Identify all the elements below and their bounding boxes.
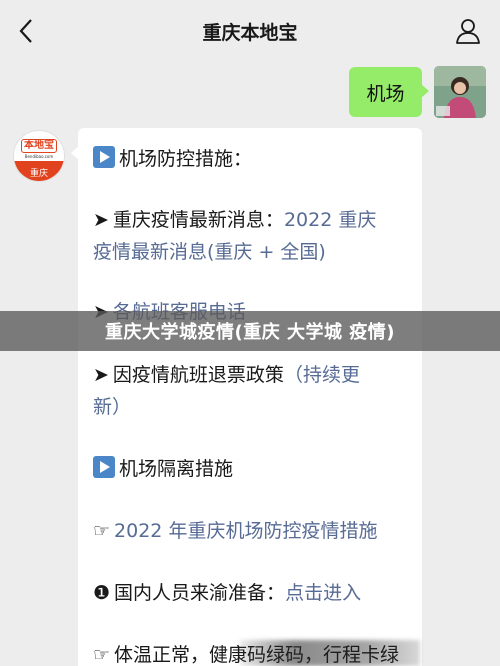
list-item: ❶ 国内人员来渝准备：点击进入: [93, 577, 413, 609]
back-button[interactable]: [14, 17, 38, 45]
refund-policy-link-cont[interactable]: 新）: [93, 396, 131, 418]
user-message-bubble[interactable]: 机场: [349, 67, 429, 117]
user-message-text: 机场: [366, 82, 405, 105]
bot-avatar[interactable]: 本地宝 Bendibao.com 重庆: [13, 130, 65, 182]
list-item: ➤ 重庆疫情最新消息：2022 重庆: [93, 204, 413, 236]
list-item-continuation: 新）: [93, 391, 413, 423]
chevron-left-icon: [19, 19, 32, 43]
number-one-icon: ❶: [93, 582, 111, 604]
pointing-hand-icon: ☞: [93, 520, 111, 542]
section-title: 机场隔离措施: [119, 458, 234, 480]
airport-measures-link[interactable]: 2022 年重庆机场防控疫情措施: [114, 520, 377, 542]
list-item-continuation: 疫情最新消息(重庆 + 全国): [93, 236, 413, 268]
user-avatar-image: [434, 66, 486, 118]
list-item: ☞ 2022 年重庆机场防控疫情措施: [93, 515, 413, 547]
caption-overlay: 重庆大学城疫情(重庆 大学城 疫情): [0, 311, 500, 351]
refund-policy-link[interactable]: （持续更: [284, 364, 360, 386]
section-airport-control: 机场防控措施：: [93, 143, 413, 175]
blurred-text-mask: [240, 640, 420, 666]
profile-button[interactable]: [454, 17, 482, 45]
list-item: ➤ 因疫情航班退票政策（持续更: [93, 359, 413, 391]
item-label: 国内人员来渝准备：: [114, 582, 286, 604]
user-icon: [456, 19, 480, 44]
brand-logo-text: 本地宝: [21, 139, 57, 153]
user-avatar[interactable]: [434, 66, 486, 118]
brand-site-text: Bendibao.com: [24, 154, 54, 159]
item-label: 因疫情航班退票政策: [112, 364, 284, 386]
bot-avatar-city: 重庆: [14, 161, 64, 181]
enter-link[interactable]: 点击进入: [285, 582, 361, 604]
play-icon: [93, 146, 115, 168]
covid-news-link[interactable]: 2022 重庆: [284, 209, 376, 231]
navbar: 重庆本地宝: [0, 0, 500, 62]
pointing-hand-icon: ☞: [93, 644, 111, 666]
section-airport-quarantine: 机场隔离措施: [93, 453, 413, 485]
caption-text: 重庆大学城疫情(重庆 大学城 疫情): [105, 322, 395, 343]
play-icon: [93, 456, 115, 478]
arrow-bullet-icon: ➤: [93, 209, 109, 231]
page-title: 重庆本地宝: [202, 21, 298, 44]
item-label: 重庆疫情最新消息：: [112, 209, 284, 231]
arrow-bullet-icon: ➤: [93, 364, 109, 386]
covid-news-link-cont[interactable]: 疫情最新消息(重庆 + 全国): [93, 241, 326, 263]
bot-avatar-logo: 本地宝 Bendibao.com: [14, 131, 64, 161]
section-title: 机场防控措施：: [119, 148, 253, 170]
